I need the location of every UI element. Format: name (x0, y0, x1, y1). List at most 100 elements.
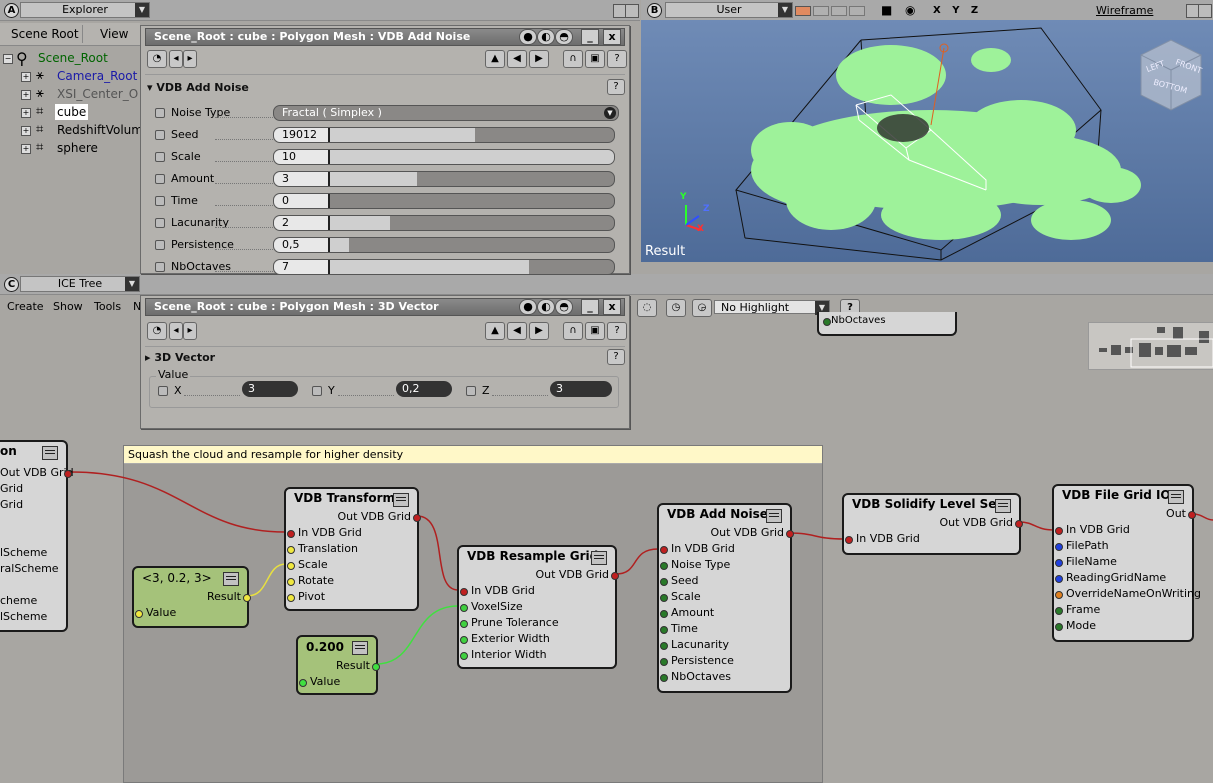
help-icon[interactable]: ? (607, 322, 627, 340)
port-dot[interactable] (1055, 543, 1063, 551)
scale-slider[interactable]: 10 (273, 149, 615, 165)
animate-checkbox[interactable] (155, 130, 165, 140)
time-slider[interactable]: 0 (273, 193, 615, 209)
help-icon[interactable]: ? (607, 349, 625, 365)
help-icon[interactable]: ? (607, 79, 625, 95)
persistence-slider[interactable]: 0,5 (273, 237, 615, 253)
ppg-vdb-add-noise[interactable]: Scene_Root : cube : Polygon Mesh : VDB A… (140, 25, 630, 275)
node-vector3-constant[interactable]: <3, 0.2, 3> Result Value (132, 566, 251, 628)
port-dot[interactable] (372, 663, 380, 671)
keyable-icon[interactable]: ● (519, 299, 537, 315)
back-icon[interactable]: ◀ (507, 50, 527, 68)
node-partial-left[interactable]: on Out VDB Grid Grid Grid lScheme ralSch… (0, 440, 74, 632)
port-dot[interactable] (287, 530, 295, 538)
lock-icon[interactable]: ◐ (537, 29, 555, 45)
help-icon[interactable]: ? (607, 50, 627, 68)
port-dot[interactable] (460, 604, 468, 612)
port-dot[interactable] (845, 536, 853, 544)
copy-icon[interactable]: ▣ (585, 322, 605, 340)
node-vdb-add-noise[interactable]: VDB Add Noise Out VDB Grid In VDB Grid N… (657, 503, 794, 693)
port-dot[interactable] (660, 546, 668, 554)
port-dot[interactable] (660, 594, 668, 602)
port-dot[interactable] (660, 610, 668, 618)
port-dot[interactable] (1055, 559, 1063, 567)
port-dot[interactable] (660, 578, 668, 586)
node-menu-icon[interactable] (42, 446, 58, 460)
copy-icon[interactable]: ▣ (585, 50, 605, 68)
nboctaves-slider[interactable]: 7 (273, 259, 615, 275)
port-dot[interactable] (460, 636, 468, 644)
port-dot[interactable] (299, 679, 307, 687)
port-dot[interactable] (287, 546, 295, 554)
close-icon[interactable]: x (603, 29, 621, 45)
port-dot[interactable] (287, 578, 295, 586)
animate-checkbox[interactable] (155, 108, 165, 118)
minimize-icon[interactable]: _ (581, 299, 599, 315)
magnet-icon[interactable]: ∩ (563, 322, 583, 340)
previous-icon[interactable]: ◂ (169, 50, 183, 68)
port-dot[interactable] (660, 562, 668, 570)
port-dot[interactable] (660, 626, 668, 634)
port-dot[interactable] (660, 642, 668, 650)
port-dot[interactable] (243, 594, 251, 602)
close-icon[interactable]: x (603, 299, 621, 315)
amount-slider[interactable]: 3 (273, 171, 615, 187)
port-dot[interactable] (413, 514, 421, 522)
select-tool-icon[interactable]: ◔ (147, 50, 167, 68)
node-vdb-file-grid-io[interactable]: VDB File Grid IO Out In VDB Grid FilePat… (1052, 484, 1201, 642)
port-dot[interactable] (460, 652, 468, 660)
node-vdb-solidify-level-set[interactable]: VDB Solidify Level Set Out VDB Grid In V… (842, 493, 1023, 555)
node-menu-icon[interactable] (995, 499, 1011, 513)
node-menu-icon[interactable] (393, 493, 409, 507)
port-dot[interactable] (460, 588, 468, 596)
node-menu-icon[interactable] (591, 551, 607, 565)
magnet-icon[interactable]: ∩ (563, 50, 583, 68)
animate-checkbox[interactable] (155, 174, 165, 184)
node-menu-icon[interactable] (223, 572, 239, 586)
port-dot[interactable] (1055, 591, 1063, 599)
port-dot[interactable] (1015, 520, 1023, 528)
seed-slider[interactable]: 19012 (273, 127, 615, 143)
animate-checkbox[interactable] (155, 196, 165, 206)
animate-checkbox[interactable] (312, 386, 322, 396)
node-scalar-constant[interactable]: 0.200 Result Value (296, 635, 380, 695)
node-menu-icon[interactable] (352, 641, 368, 655)
animate-checkbox[interactable] (155, 152, 165, 162)
animate-checkbox[interactable] (155, 218, 165, 228)
animate-checkbox[interactable] (466, 386, 476, 396)
amount-value[interactable]: 3 (274, 172, 330, 186)
animate-checkbox[interactable] (155, 240, 165, 250)
port-dot[interactable] (786, 530, 794, 538)
port-dot[interactable] (1055, 527, 1063, 535)
ppg-3d-vector[interactable]: Scene_Root : cube : Polygon Mesh : 3D Ve… (140, 295, 630, 429)
refresh-icon[interactable]: ◓ (555, 299, 573, 315)
port-dot[interactable] (1055, 575, 1063, 583)
z-value-field[interactable]: 3 (550, 381, 612, 397)
y-value-field[interactable]: 0,2 (396, 381, 452, 397)
port-dot[interactable] (287, 562, 295, 570)
up-arrow-icon[interactable]: ▲ (485, 322, 505, 340)
x-value-field[interactable]: 3 (242, 381, 298, 397)
node-vdb-transform[interactable]: VDB Transform Out VDB Grid In VDB Grid T… (284, 487, 421, 611)
scale-value[interactable]: 10 (274, 150, 330, 164)
next-icon[interactable]: ▸ (183, 322, 197, 340)
up-arrow-icon[interactable]: ▲ (485, 50, 505, 68)
persistence-value[interactable]: 0,5 (274, 238, 330, 252)
forward-icon[interactable]: ▶ (529, 50, 549, 68)
lock-icon[interactable]: ◐ (537, 299, 555, 315)
back-icon[interactable]: ◀ (507, 322, 527, 340)
port-dot[interactable] (135, 610, 143, 618)
animate-checkbox[interactable] (155, 262, 165, 272)
port-dot[interactable] (611, 572, 619, 580)
lacunarity-slider[interactable]: 2 (273, 215, 615, 231)
animate-checkbox[interactable] (158, 386, 168, 396)
minimize-icon[interactable]: _ (581, 29, 599, 45)
node-menu-icon[interactable] (1168, 490, 1184, 504)
next-icon[interactable]: ▸ (183, 50, 197, 68)
port-dot[interactable] (660, 658, 668, 666)
previous-icon[interactable]: ◂ (169, 322, 183, 340)
nboctaves-value[interactable]: 7 (274, 260, 330, 274)
node-vdb-resample-grid[interactable]: VDB Resample Grid Out VDB Grid In VDB Gr… (457, 545, 619, 669)
section-collapse[interactable]: ▸ 3D Vector (145, 351, 215, 364)
keyable-icon[interactable]: ● (519, 29, 537, 45)
